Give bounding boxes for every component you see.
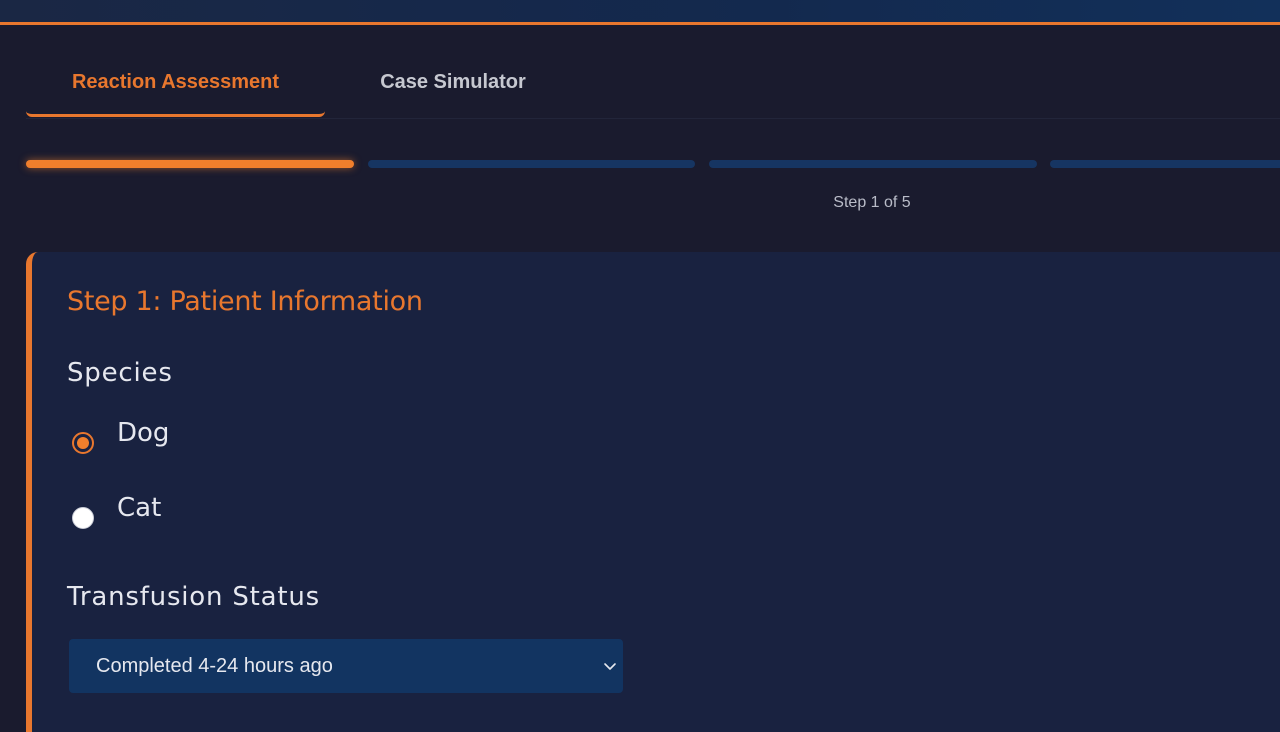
radio-checked-icon[interactable] [72, 432, 94, 454]
chevron-down-icon [604, 663, 616, 670]
step-progress-bar [26, 160, 1280, 170]
progress-segment-2 [368, 160, 695, 168]
progress-segment-4 [1050, 160, 1280, 168]
species-option-label: Cat [117, 493, 162, 523]
card-title: Step 1: Patient Information [67, 286, 423, 317]
species-option-label: Dog [117, 418, 170, 448]
tab-case-simulator[interactable]: Case Simulator [325, 58, 581, 114]
species-label: Species [67, 358, 173, 388]
patient-info-card: Step 1: Patient Information Species Dog … [26, 252, 1280, 732]
step-indicator: Step 1 of 5 [833, 194, 911, 211]
progress-segment-3 [709, 160, 1037, 168]
tab-reaction-assessment[interactable]: Reaction Assessment [26, 58, 325, 117]
progress-segment-1 [26, 160, 354, 168]
transfusion-status-value: Completed 4-24 hours ago [96, 655, 333, 677]
tab-bar: Reaction Assessment Case Simulator [26, 58, 1280, 119]
radio-unchecked-icon[interactable] [72, 507, 94, 529]
transfusion-status-select[interactable]: Completed 4-24 hours ago [69, 639, 623, 693]
top-header-bar [0, 0, 1280, 25]
transfusion-status-label: Transfusion Status [67, 582, 321, 612]
